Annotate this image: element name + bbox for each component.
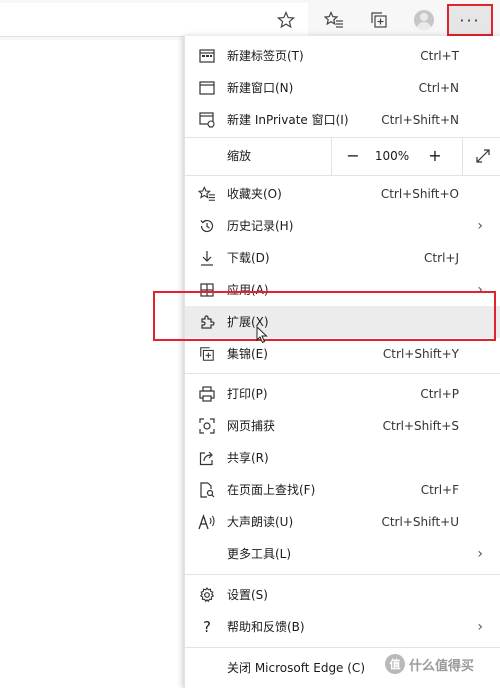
fullscreen-button[interactable] [462,137,500,175]
zoom-in-button[interactable]: + [424,137,446,175]
favorite-star-icon [277,11,295,29]
menu-item-shortcut: Ctrl+P [420,387,459,401]
menu-item-label: 更多工具(L) [227,547,292,561]
menu-item-share[interactable]: 共享(R) [185,442,500,474]
more-options-icon: ··· [459,10,481,30]
new-tab-icon [198,47,216,65]
zoom-control: − 100% + [331,137,500,175]
address-bar[interactable] [0,3,308,37]
menu-divider [185,574,500,575]
menu-item-shortcut: Ctrl+Shift+N [381,113,459,127]
menu-item-label: 关闭 Microsoft Edge (C) [227,661,365,675]
submenu-chevron-icon: › [477,218,483,234]
menu-item-shortcut: Ctrl+Shift+S [382,419,459,433]
menu-item-more-tools[interactable]: 更多工具(L) › [185,538,500,570]
menu-item-shortcut: Ctrl+T [420,49,459,63]
menu-item-shortcut: Ctrl+N [418,81,459,95]
menu-item-shortcut: Ctrl+F [420,483,459,497]
menu-item-read-aloud[interactable]: 大声朗读(U) Ctrl+Shift+U [185,506,500,538]
inprivate-icon [198,111,216,129]
menu-item-shortcut: Ctrl+Shift+U [381,515,459,529]
menu-item-label: 设置(S) [227,588,268,602]
menu-item-label: 新建标签页(T) [227,49,304,63]
web-capture-icon [198,417,216,435]
menu-item-print[interactable]: 打印(P) Ctrl+P [185,378,500,410]
menu-divider [185,175,500,176]
menu-item-settings[interactable]: 设置(S) [185,579,500,611]
favorites-icon [198,185,216,203]
menu-item-find-on-page[interactable]: 在页面上查找(F) Ctrl+F [185,474,500,506]
menu-item-label: 新建窗口(N) [227,81,294,95]
settings-and-more-menu: 新建标签页(T) Ctrl+T 新建窗口(N) Ctrl+N 新建 InPriv… [184,36,500,688]
new-window-icon [198,79,216,97]
menu-item-web-capture[interactable]: 网页捕获 Ctrl+Shift+S [185,410,500,442]
menu-item-label: 收藏夹(O) [227,187,282,201]
watermark-text: 什么值得买 [409,658,475,674]
history-icon [198,217,216,235]
menu-item-collections[interactable]: 集锦(E) Ctrl+Shift+Y [185,338,500,370]
menu-item-favorites[interactable]: 收藏夹(O) Ctrl+Shift+O [185,178,500,210]
menu-item-label: 帮助和反馈(B) [227,620,305,634]
download-icon [198,249,216,267]
menu-item-shortcut: Ctrl+Shift+Y [382,347,459,361]
menu-item-label: 新建 InPrivate 窗口(I) [227,113,349,127]
help-icon: ? [203,618,211,636]
menu-item-label: 网页捕获 [227,419,276,433]
submenu-chevron-icon: › [477,619,483,635]
profile-avatar-icon [414,10,434,30]
menu-divider [185,373,500,374]
menu-item-history[interactable]: 历史记录(H) › [185,210,500,242]
find-icon [198,481,216,499]
menu-item-label: 打印(P) [227,387,268,401]
menu-item-label: 下载(D) [227,251,270,265]
menu-item-downloads[interactable]: 下载(D) Ctrl+J [185,242,500,274]
settings-icon [198,586,216,604]
more-options-button[interactable]: ··· [447,4,493,36]
watermark-logo: 值 [385,654,405,674]
menu-item-new-tab[interactable]: 新建标签页(T) Ctrl+T [185,40,500,72]
menu-item-new-window[interactable]: 新建窗口(N) Ctrl+N [185,72,500,104]
zoom-level: 100% [374,149,410,163]
menu-item-help-feedback[interactable]: ? 帮助和反馈(B) › [185,611,500,643]
zoom-row: 缩放 − 100% + [185,137,500,175]
fullscreen-icon [476,149,490,163]
collections-icon [198,345,216,363]
collections-button[interactable] [365,6,393,34]
favorite-star-button[interactable] [272,6,300,34]
print-icon [198,385,216,403]
favorites-button[interactable] [320,6,348,34]
read-aloud-icon [198,513,216,531]
menu-divider [185,647,500,648]
mouse-cursor-icon [256,325,268,348]
menu-item-shortcut: Ctrl+J [424,251,459,265]
menu-item-shortcut: Ctrl+Shift+O [380,187,459,201]
watermark: 值 什么值得买 [385,654,474,674]
menu-item-label: 大声朗读(U) [227,515,294,529]
menu-item-label: 历史记录(H) [227,219,294,233]
submenu-chevron-icon: › [477,546,483,562]
zoom-label: 缩放 [227,149,252,163]
collections-icon [371,12,387,28]
annotation-highlight-box [153,291,496,341]
share-icon [198,449,216,467]
profile-button[interactable] [410,6,438,34]
menu-item-new-inprivate[interactable]: 新建 InPrivate 窗口(I) Ctrl+Shift+N [185,104,500,136]
menu-item-label: 共享(R) [227,451,269,465]
browser-toolbar: ··· [0,0,500,40]
favorites-list-icon [324,11,343,28]
zoom-out-button[interactable]: − [342,137,364,175]
menu-item-label: 在页面上查找(F) [227,483,316,497]
